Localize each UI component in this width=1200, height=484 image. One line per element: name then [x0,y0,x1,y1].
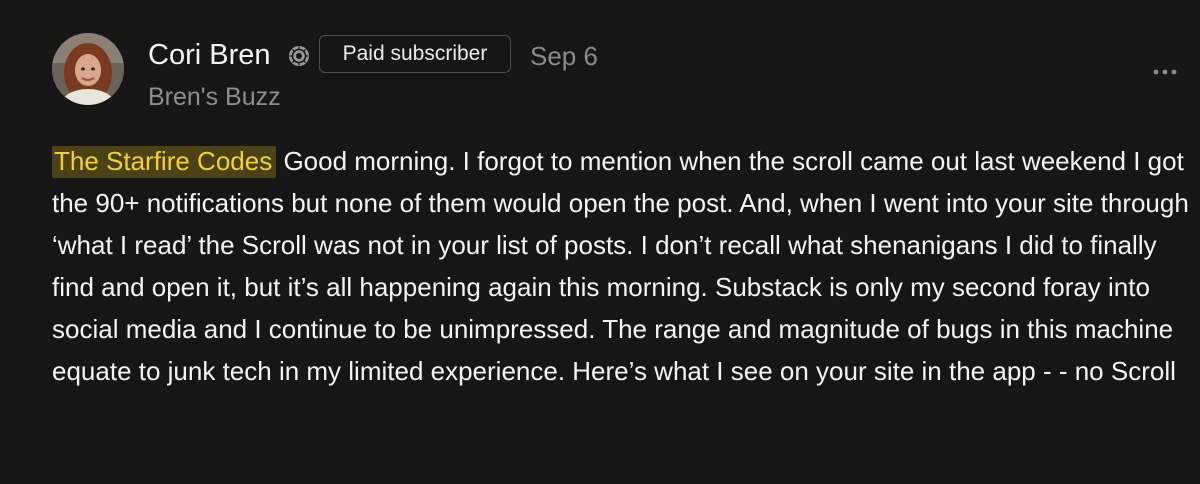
mention-link[interactable]: The Starfire Codes [52,146,277,178]
comment-date[interactable]: Sep 6 [530,38,598,74]
verified-badge-icon [289,46,309,66]
avatar[interactable] [52,33,124,105]
more-horizontal-icon[interactable] [1150,62,1180,82]
comment-text: Good morning. I forgot to mention when t… [52,146,1189,386]
publication-name[interactable]: Bren's Buzz [148,80,281,114]
comment-card: Cori Bren Paid subscriber Sep 6 Bren's B… [0,0,1200,484]
author-name[interactable]: Cori Bren [148,36,271,74]
paid-subscriber-badge: Paid subscriber [319,35,511,73]
comment-body: The Starfire Codes Good morning. I forgo… [52,140,1192,392]
avatar-photo [52,33,124,105]
